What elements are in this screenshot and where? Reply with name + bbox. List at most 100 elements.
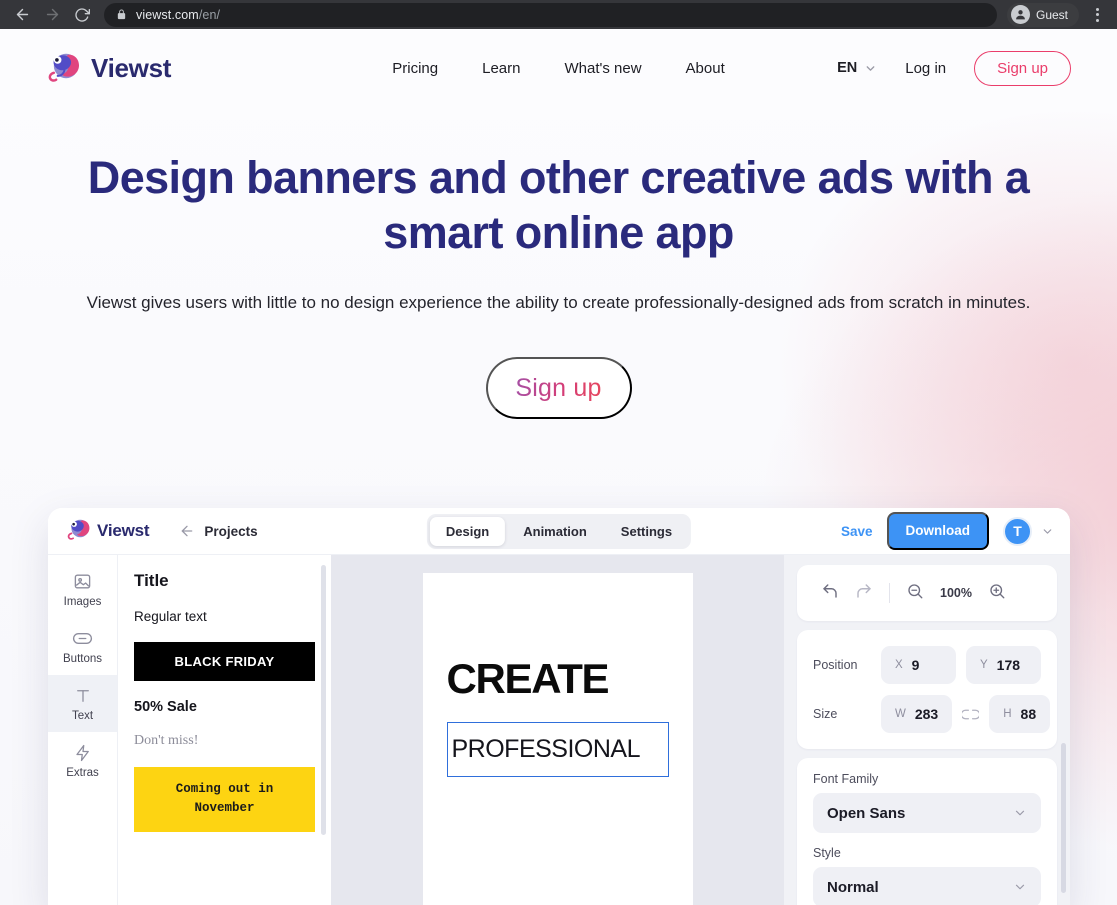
- profile-button[interactable]: Guest: [1006, 2, 1079, 27]
- preset-sale[interactable]: 50% Sale: [134, 699, 315, 715]
- hero-section: Design banners and other creative ads wi…: [0, 107, 1117, 420]
- presets-scrollbar[interactable]: [321, 565, 326, 835]
- preset-regular-label: Regular text: [134, 609, 207, 624]
- site-logo[interactable]: Viewst: [46, 50, 171, 87]
- canvas-toolbar: 100%: [813, 579, 1041, 607]
- preset-title[interactable]: Title: [134, 571, 315, 591]
- download-button[interactable]: Download: [886, 512, 989, 550]
- font-family-select[interactable]: Open Sans: [813, 793, 1041, 833]
- login-link[interactable]: Log in: [905, 60, 946, 77]
- size-label: Size: [813, 707, 838, 721]
- position-y-value: 178: [996, 657, 1021, 673]
- preset-black-friday[interactable]: BLACK FRIDAY: [134, 642, 315, 681]
- inspector-scrollbar[interactable]: [1061, 743, 1066, 893]
- size-height-key: H: [1003, 708, 1012, 720]
- size-width-key: W: [895, 708, 906, 720]
- tab-design[interactable]: Design: [429, 516, 506, 546]
- kebab-dot: [1095, 18, 1099, 22]
- signup-button-header[interactable]: Sign up: [974, 50, 1071, 86]
- forward-arrow-icon: [44, 6, 61, 23]
- style-label: Style: [813, 846, 841, 860]
- user-avatar[interactable]: T: [1003, 516, 1032, 546]
- tab-settings[interactable]: Settings: [605, 517, 688, 546]
- size-width-value: 283: [914, 706, 939, 722]
- canvas-area[interactable]: CREATE PROFESSIONAL: [331, 555, 784, 905]
- browser-menu-button[interactable]: [1085, 2, 1109, 28]
- back-button[interactable]: [8, 1, 36, 29]
- position-y-key: Y: [980, 659, 988, 671]
- sidebar-item-label: Text: [71, 709, 94, 722]
- sidebar-item-text[interactable]: Text: [48, 675, 117, 732]
- preset-sale-label: 50% Sale: [134, 699, 197, 715]
- page-title: Design banners and other creative ads wi…: [87, 152, 1030, 258]
- language-selector[interactable]: EN: [837, 60, 877, 76]
- tab-animation[interactable]: Animation: [507, 517, 603, 546]
- preset-title-label: Title: [134, 571, 169, 590]
- app-body: Images Buttons Text Extras Title Regular…: [48, 555, 1070, 905]
- toolbar-divider: [889, 583, 890, 603]
- forward-button[interactable]: [38, 1, 66, 29]
- chevron-down-icon: [1013, 806, 1027, 820]
- sidebar-item-buttons[interactable]: Buttons: [48, 618, 117, 675]
- redo-icon: [855, 582, 873, 605]
- viewst-chameleon-logo-icon: [66, 517, 90, 545]
- back-arrow-icon: [179, 523, 195, 539]
- undo-button[interactable]: [813, 582, 847, 605]
- nav-item-learn[interactable]: Learn: [482, 60, 520, 77]
- app-topbar: Viewst Projects Design Animation Setting…: [48, 508, 1070, 555]
- nav-item-pricing[interactable]: Pricing: [392, 60, 438, 77]
- preset-dont-miss[interactable]: Don't miss!: [134, 733, 315, 749]
- style-select[interactable]: Normal: [813, 867, 1041, 905]
- back-arrow-icon: [14, 6, 31, 23]
- avatar: [1010, 5, 1030, 24]
- size-width-input[interactable]: W 283: [881, 695, 953, 733]
- projects-back-link[interactable]: Projects: [179, 523, 258, 539]
- reload-button[interactable]: [68, 1, 96, 29]
- font-family-label: Font Family: [813, 772, 879, 786]
- redo-button[interactable]: [847, 582, 881, 605]
- zoom-in-button[interactable]: [980, 582, 1014, 605]
- app-mockup: Viewst Projects Design Animation Setting…: [48, 508, 1070, 905]
- kebab-dot: [1095, 13, 1099, 16]
- position-y-input[interactable]: Y 178: [966, 646, 1041, 684]
- zoom-in-icon: [988, 582, 1006, 605]
- font-family-value: Open Sans: [827, 804, 906, 822]
- text-icon: [74, 686, 92, 706]
- app-brand-name: Viewst: [97, 521, 150, 540]
- canvas-heading-text[interactable]: CREATE: [447, 658, 669, 700]
- sidebar-item-images[interactable]: Images: [48, 561, 117, 618]
- sidebar-item-extras[interactable]: Extras: [48, 732, 117, 789]
- nav-item-whats-new[interactable]: What's new: [564, 60, 641, 77]
- preset-coming-soon[interactable]: Coming out in November: [134, 767, 315, 832]
- hero-cta-wrapper: Sign up: [40, 356, 1077, 420]
- text-presets-panel: Title Regular text BLACK FRIDAY 50% Sale…: [118, 555, 331, 905]
- preset-regular-text[interactable]: Regular text: [134, 609, 315, 624]
- style-value: Normal: [827, 878, 879, 896]
- browser-toolbar: viewst.com/en/ Guest: [0, 0, 1117, 29]
- preset-black-friday-label: BLACK FRIDAY: [134, 642, 315, 681]
- signup-button-hero[interactable]: Sign up: [485, 356, 632, 420]
- kebab-dot: [1095, 7, 1099, 11]
- link-ratio-icon[interactable]: [962, 708, 980, 721]
- chevron-down-icon: [1013, 880, 1027, 894]
- header-actions: EN Log in Sign up: [837, 50, 1071, 86]
- size-row: Size W 283 H 88: [813, 695, 1051, 733]
- save-button[interactable]: Save: [841, 524, 873, 539]
- preset-dont-miss-label: Don't miss!: [134, 733, 199, 748]
- zoom-out-button[interactable]: [898, 582, 932, 605]
- chevron-down-icon[interactable]: [1041, 525, 1054, 538]
- position-x-input[interactable]: X 9: [881, 646, 956, 684]
- url-domain: viewst.com: [136, 7, 199, 22]
- undo-icon: [821, 582, 839, 605]
- size-height-input[interactable]: H 88: [989, 695, 1051, 733]
- app-logo[interactable]: Viewst: [66, 517, 150, 545]
- canvas-selected-text[interactable]: PROFESSIONAL: [446, 722, 669, 777]
- zoom-out-icon: [906, 582, 924, 605]
- preset-coming-soon-label: Coming out in November: [134, 767, 315, 832]
- url-path: /en/: [198, 7, 221, 22]
- address-bar[interactable]: viewst.com/en/: [104, 2, 997, 27]
- nav-item-about[interactable]: About: [686, 60, 725, 77]
- artboard[interactable]: CREATE PROFESSIONAL: [422, 573, 693, 905]
- viewst-chameleon-logo-icon: [46, 50, 80, 87]
- hero-subtext: Viewst gives users with little to no des…: [86, 292, 1031, 312]
